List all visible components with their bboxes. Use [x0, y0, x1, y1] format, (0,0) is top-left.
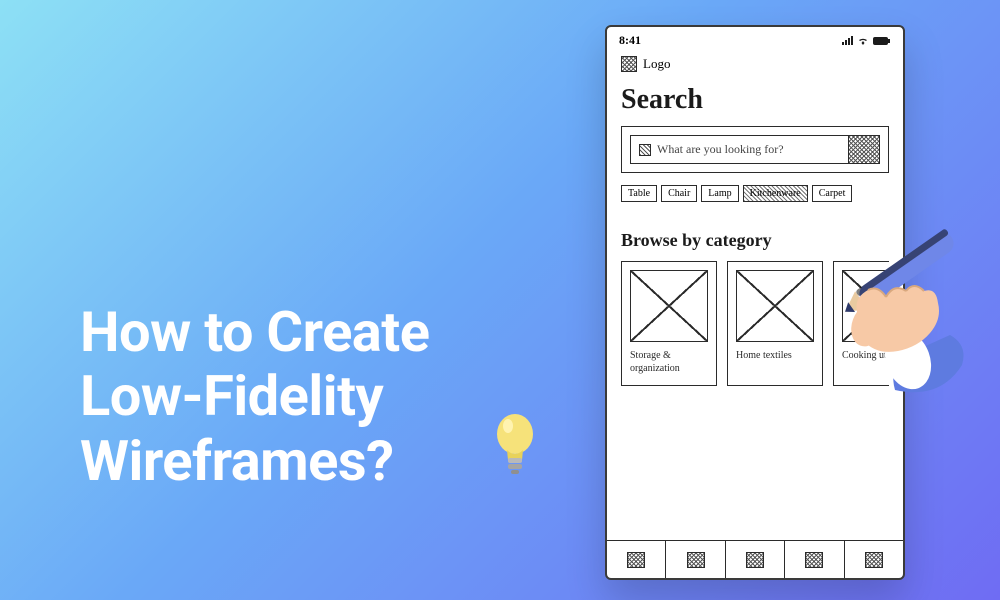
- app-logo: Logo: [621, 56, 889, 72]
- chip-chair[interactable]: Chair: [661, 185, 697, 202]
- category-label: Storage & organization: [630, 350, 708, 375]
- category-label: Home textiles: [736, 350, 814, 363]
- search-icon: [687, 552, 705, 568]
- user-icon: [746, 552, 764, 568]
- browse-heading: Browse by category: [621, 230, 889, 251]
- bookmark-icon: [805, 552, 823, 568]
- lightbulb-icon: [490, 408, 540, 478]
- battery-icon: [873, 36, 891, 46]
- tab-wishlist[interactable]: [785, 541, 844, 578]
- image-placeholder-icon: [736, 270, 814, 342]
- tab-profile[interactable]: [726, 541, 785, 578]
- phone-wireframe: 8:41 Logo Search What are you looking fo…: [605, 25, 905, 580]
- tab-search[interactable]: [666, 541, 725, 578]
- tab-bar: [607, 540, 903, 578]
- search-filter-button[interactable]: [848, 135, 880, 164]
- cart-icon: [865, 552, 883, 568]
- search-input[interactable]: What are you looking for?: [630, 135, 880, 164]
- search-container: What are you looking for?: [621, 126, 889, 173]
- chip-kitchenware[interactable]: Kitchenware: [743, 185, 808, 202]
- hero-line-2: Low-Fidelity: [80, 364, 429, 428]
- image-placeholder-icon: [630, 270, 708, 342]
- home-icon: [627, 552, 645, 568]
- status-icons: [841, 36, 891, 46]
- signal-icon: [841, 36, 853, 46]
- status-time: 8:41: [619, 33, 641, 48]
- hero-line-1: How to Create: [80, 300, 429, 364]
- category-cards: Storage & organization Home textiles Coo…: [621, 261, 889, 386]
- chip-table[interactable]: Table: [621, 185, 657, 202]
- status-bar: 8:41: [607, 27, 903, 50]
- category-card[interactable]: Home textiles: [727, 261, 823, 386]
- hero-headline: How to Create Low-Fidelity Wireframes?: [80, 300, 429, 493]
- tab-home[interactable]: [607, 541, 666, 578]
- wifi-icon: [857, 36, 869, 46]
- search-heading: Search: [621, 84, 889, 116]
- logo-text: Logo: [643, 56, 670, 72]
- search-placeholder: What are you looking for?: [657, 142, 784, 157]
- category-card[interactable]: Cooking utensils: [833, 261, 889, 386]
- hero-line-3: Wireframes?: [80, 429, 429, 493]
- chip-carpet[interactable]: Carpet: [812, 185, 853, 202]
- chip-lamp[interactable]: Lamp: [701, 185, 738, 202]
- tab-cart[interactable]: [845, 541, 903, 578]
- search-icon: [639, 144, 651, 156]
- image-placeholder-icon: [842, 270, 889, 342]
- logo-icon: [621, 56, 637, 72]
- category-card[interactable]: Storage & organization: [621, 261, 717, 386]
- chip-row: Table Chair Lamp Kitchenware Carpet: [621, 185, 889, 202]
- category-label: Cooking utensils: [842, 350, 889, 363]
